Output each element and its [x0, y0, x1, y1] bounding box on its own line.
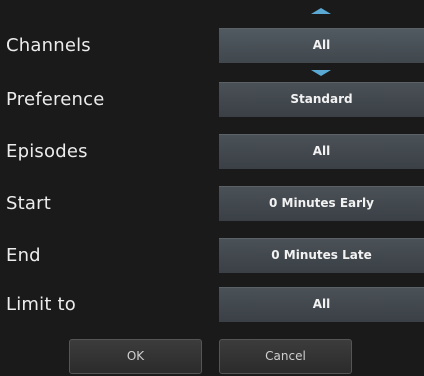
arrow-up-icon[interactable] [311, 8, 331, 14]
row-start: Start 0 Minutes Early [0, 184, 424, 224]
start-label: Start [6, 193, 51, 214]
recording-options-panel: Channels All Preference Standard Episode… [0, 0, 424, 376]
preference-selector[interactable]: Standard [219, 82, 424, 117]
row-limit-to: Limit to All [0, 285, 424, 325]
row-episodes: Episodes All [0, 132, 424, 172]
row-end: End 0 Minutes Late [0, 236, 424, 276]
episodes-label: Episodes [6, 141, 88, 162]
row-preference: Preference Standard [0, 80, 424, 120]
channels-label: Channels [6, 35, 91, 56]
preference-label: Preference [6, 89, 105, 110]
end-label: End [6, 245, 41, 266]
cancel-button[interactable]: Cancel [219, 339, 352, 374]
episodes-selector[interactable]: All [219, 134, 424, 169]
limit-to-label: Limit to [6, 294, 77, 315]
row-channels: Channels All [0, 26, 424, 66]
arrow-down-icon[interactable] [311, 70, 331, 76]
channels-selector[interactable]: All [219, 28, 424, 63]
end-selector[interactable]: 0 Minutes Late [219, 238, 424, 273]
ok-button[interactable]: OK [69, 339, 202, 374]
start-selector[interactable]: 0 Minutes Early [219, 186, 424, 221]
limit-to-selector[interactable]: All [219, 287, 424, 322]
